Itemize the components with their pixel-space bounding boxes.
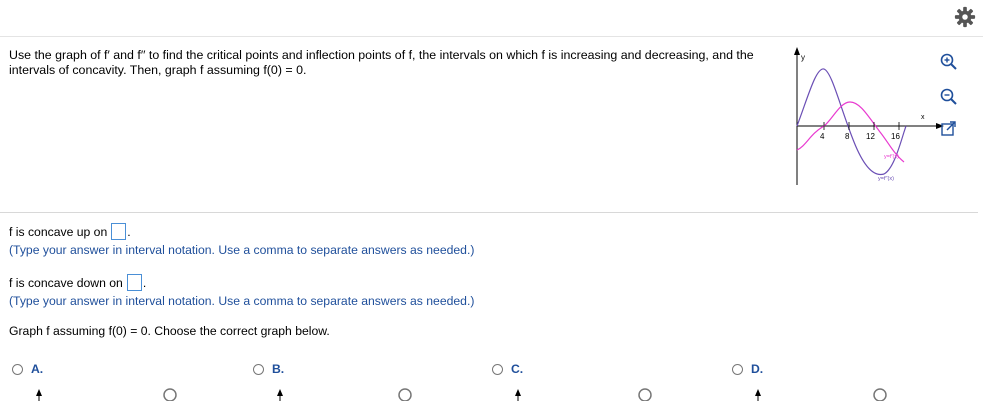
choice-b[interactable]: B. xyxy=(253,362,284,376)
choice-c-graph xyxy=(515,388,652,401)
concave-up-input[interactable] xyxy=(111,223,127,240)
graph-choice-prompt: Graph f assuming f(0) = 0. Choose the co… xyxy=(9,324,330,338)
popout-icon[interactable] xyxy=(940,119,958,137)
choice-a-graph xyxy=(36,388,177,401)
choice-d-graph xyxy=(755,388,887,401)
choice-a[interactable]: A. xyxy=(12,362,43,376)
x-axis-label: x xyxy=(921,114,925,121)
tick-label-8: 8 xyxy=(845,132,850,141)
choice-b-zoom-icon xyxy=(398,388,412,401)
concave-down-period: . xyxy=(142,275,147,290)
choice-d-label: D. xyxy=(751,362,764,376)
y-axis-arrow xyxy=(794,47,800,55)
tick-label-12: 12 xyxy=(866,132,875,141)
choice-c-zoom-icon xyxy=(638,388,652,401)
choice-a-zoom-icon xyxy=(163,388,177,401)
choice-a-radio[interactable] xyxy=(12,363,23,375)
curve-label-f-prime: y=f′(x) xyxy=(884,154,899,160)
concave-up-prompt: f is concave up on xyxy=(9,224,108,239)
section-divider xyxy=(0,212,978,213)
curve-label-f-double-prime: y=f′′(x) xyxy=(878,176,894,182)
choice-d-zoom-icon xyxy=(873,388,887,401)
top-divider xyxy=(0,36,983,37)
choice-d-radio[interactable] xyxy=(732,363,743,375)
choice-b-label: B. xyxy=(272,362,285,376)
choice-c-radio[interactable] xyxy=(492,363,503,375)
choice-a-label: A. xyxy=(31,362,44,376)
concave-down-row: f is concave down on . xyxy=(9,274,146,291)
tick-label-4: 4 xyxy=(820,132,825,141)
concave-up-row: f is concave up on . xyxy=(9,223,131,240)
choice-c[interactable]: C. xyxy=(492,362,523,376)
gear-icon[interactable] xyxy=(954,6,976,28)
zoom-out-icon[interactable] xyxy=(939,87,959,107)
zoom-in-icon[interactable] xyxy=(939,52,959,72)
choice-b-graph xyxy=(277,388,412,401)
concave-down-input[interactable] xyxy=(126,274,142,291)
concave-up-hint: (Type your answer in interval notation. … xyxy=(9,243,475,257)
tick-label-16: 16 xyxy=(891,132,900,141)
concave-down-prompt: f is concave down on xyxy=(9,275,123,290)
question-text: Use the graph of f′ and f′′ to find the … xyxy=(9,48,754,77)
choice-d[interactable]: D. xyxy=(732,362,763,376)
concave-down-hint: (Type your answer in interval notation. … xyxy=(9,294,475,308)
choice-b-radio[interactable] xyxy=(253,363,264,375)
derivative-graph: y x 4 8 12 16 y=f′(x) y=f′′(x) xyxy=(794,47,944,185)
choice-c-label: C. xyxy=(511,362,524,376)
y-axis-label: y xyxy=(801,53,805,62)
concave-up-period: . xyxy=(127,224,131,239)
